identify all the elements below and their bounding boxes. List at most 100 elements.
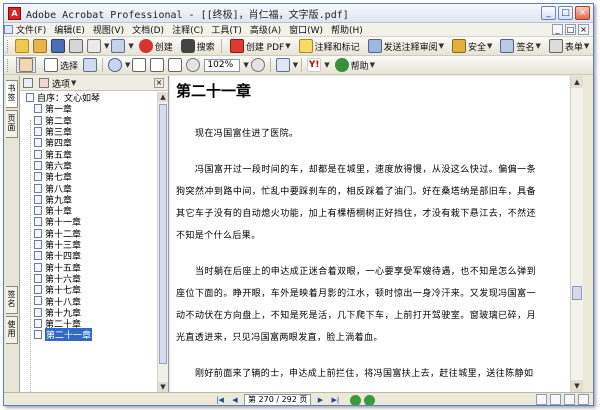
tab-usage[interactable]: 使用 (6, 316, 18, 344)
doc-minimize-button[interactable]: _ (552, 24, 563, 35)
tab-bookmarks[interactable]: 书签 (6, 80, 18, 108)
bookmark-item[interactable]: 第十七章 (20, 284, 158, 296)
bookmark-item[interactable]: 第十二章 (20, 228, 158, 240)
open-folder-icon[interactable] (15, 39, 29, 53)
fit-page-icon[interactable] (150, 58, 165, 72)
zoom-icon[interactable] (108, 58, 123, 72)
previous-page-button[interactable]: ◀ (229, 395, 241, 406)
chevron-down-icon[interactable]: ▼ (71, 79, 76, 87)
menu-document[interactable]: 文档(D) (132, 23, 164, 36)
scroll-down-arrow-icon[interactable]: ▼ (571, 380, 583, 392)
scroll-thumb[interactable] (159, 104, 167, 364)
bookmark-item[interactable]: 第四章 (20, 137, 158, 149)
bookmark-item[interactable]: 第二十一章 (20, 328, 158, 342)
page-number-field[interactable]: 第 270 / 292 页 (244, 394, 312, 405)
chevron-down-icon[interactable]: ▼ (243, 61, 248, 69)
document-scrollbar[interactable]: ▲ ▼ (570, 76, 583, 392)
menu-window[interactable]: 窗口(W) (289, 23, 323, 36)
comment-markup-button[interactable]: 注释和标记 (297, 39, 360, 53)
chevron-down-icon[interactable]: ▼ (324, 61, 329, 69)
next-view-icon[interactable] (364, 394, 376, 405)
chevron-down-icon[interactable]: ▼ (104, 42, 109, 50)
zoom-out-icon[interactable] (186, 58, 201, 72)
document-view[interactable]: 第二十一章 现在冯国富住进了医院。 冯国富开过一段时间的车，却都是在城里，速度放… (170, 76, 583, 392)
pen-icon[interactable] (111, 39, 126, 53)
rotate-icon[interactable] (275, 58, 290, 72)
scroll-thumb[interactable] (572, 286, 582, 300)
bookmark-item[interactable]: 第九章 (20, 194, 158, 206)
doc-restore-button[interactable]: □ (565, 24, 576, 35)
menu-edit[interactable]: 编辑(E) (54, 23, 85, 36)
sign-button[interactable]: 签名 ▼ (498, 39, 541, 53)
save-icon[interactable] (51, 39, 65, 53)
chevron-down-icon[interactable]: ▼ (128, 42, 133, 50)
toolbar-grip[interactable] (7, 39, 10, 53)
create-icon[interactable] (33, 39, 47, 53)
bookmark-item[interactable]: 第八章 (20, 182, 158, 195)
actual-size-icon[interactable] (132, 58, 147, 72)
continuous-facing-icon[interactable] (578, 394, 589, 405)
bookmark-item[interactable]: 第十五章 (20, 261, 158, 274)
bookmark-item[interactable]: 第三章 (20, 126, 158, 138)
facing-page-icon[interactable] (564, 394, 575, 405)
bookmark-item[interactable]: 第六章 (20, 160, 158, 172)
bookmarks-scrollbar[interactable]: ▲ ▼ (157, 92, 168, 392)
zoom-in-icon[interactable] (250, 58, 265, 72)
single-page-icon[interactable] (536, 394, 547, 405)
zoom-level-input[interactable]: 102% (204, 58, 241, 72)
bookmark-item[interactable]: 第十六章 (20, 273, 158, 285)
yahoo-icon[interactable]: Y! (307, 58, 322, 72)
snapshot-icon[interactable] (83, 58, 98, 72)
forms-button[interactable]: 表单 ▼ (547, 39, 589, 53)
bookmark-item[interactable]: 第十一章 (20, 216, 158, 228)
next-page-button[interactable]: ▶ (314, 395, 326, 406)
scroll-down-arrow-icon[interactable]: ▼ (158, 382, 168, 392)
previous-view-icon[interactable] (350, 394, 362, 405)
menu-comments[interactable]: 注释(C) (172, 23, 203, 36)
continuous-page-icon[interactable] (550, 394, 561, 405)
toolbar-grip[interactable] (7, 58, 10, 72)
select-tool-button[interactable]: 选择 (42, 58, 78, 72)
bookmark-item[interactable]: 第十四章 (20, 250, 158, 262)
menu-advanced[interactable]: 高级(A) (250, 23, 281, 36)
send-review-button[interactable]: 发送注释审阅 ▼ (366, 39, 444, 53)
close-button[interactable]: × (575, 6, 590, 20)
panel-close-button[interactable]: × (154, 78, 164, 88)
menu-view[interactable]: 视图(V) (93, 23, 124, 36)
menu-file[interactable]: 文件(F) (16, 23, 46, 36)
scroll-up-arrow-icon[interactable]: ▲ (571, 76, 583, 88)
bookmark-preface[interactable]: 自序：文心如琴 (20, 92, 158, 104)
bookmark-item[interactable]: 第十章 (20, 205, 158, 217)
bookmark-icon[interactable] (23, 78, 33, 88)
last-page-button[interactable]: ▶| (329, 395, 341, 406)
tab-signatures[interactable]: 签名 (6, 286, 18, 314)
print-icon[interactable] (69, 39, 83, 53)
bookmark-item[interactable]: 第十八章 (20, 295, 158, 308)
hand-tool-button[interactable] (16, 57, 36, 73)
options-menu[interactable]: 选项 (52, 77, 70, 90)
secure-button[interactable]: 安全 ▼ (450, 39, 492, 53)
scroll-up-arrow-icon[interactable]: ▲ (158, 92, 168, 102)
bookmark-item[interactable]: 第二章 (20, 115, 158, 127)
minimize-button[interactable]: _ (541, 6, 556, 20)
bookmark-item[interactable]: 第七章 (20, 171, 158, 183)
bookmark-item[interactable]: 第十三章 (20, 239, 158, 251)
chevron-down-icon[interactable]: ▼ (125, 61, 130, 69)
first-page-button[interactable]: |◀ (214, 395, 226, 406)
bookmark-item[interactable]: 第五章 (20, 148, 158, 161)
tab-pages[interactable]: 页面 (6, 110, 18, 138)
create-pdf-button[interactable]: 创建 PDF ▼ (228, 39, 291, 53)
title-bar[interactable]: A Adobe Acrobat Professional - [[终极]，肖仁福… (4, 4, 593, 23)
menu-help[interactable]: 帮助(H) (331, 23, 363, 36)
bookmark-item[interactable]: 第十九章 (20, 307, 158, 319)
bookmark-item[interactable]: 第一章 (20, 103, 158, 115)
menu-tools[interactable]: 工具(T) (211, 23, 242, 36)
help-button[interactable]: 帮助 ▼ (333, 58, 375, 72)
fit-width-icon[interactable] (168, 58, 183, 72)
print-button[interactable]: 创建 (137, 39, 173, 53)
doc-close-button[interactable]: × (578, 24, 589, 35)
maximize-button[interactable]: □ (558, 6, 573, 20)
email-icon[interactable] (87, 39, 101, 53)
delete-bookmark-icon[interactable] (39, 78, 49, 88)
search-button[interactable]: 搜索 (179, 39, 215, 53)
